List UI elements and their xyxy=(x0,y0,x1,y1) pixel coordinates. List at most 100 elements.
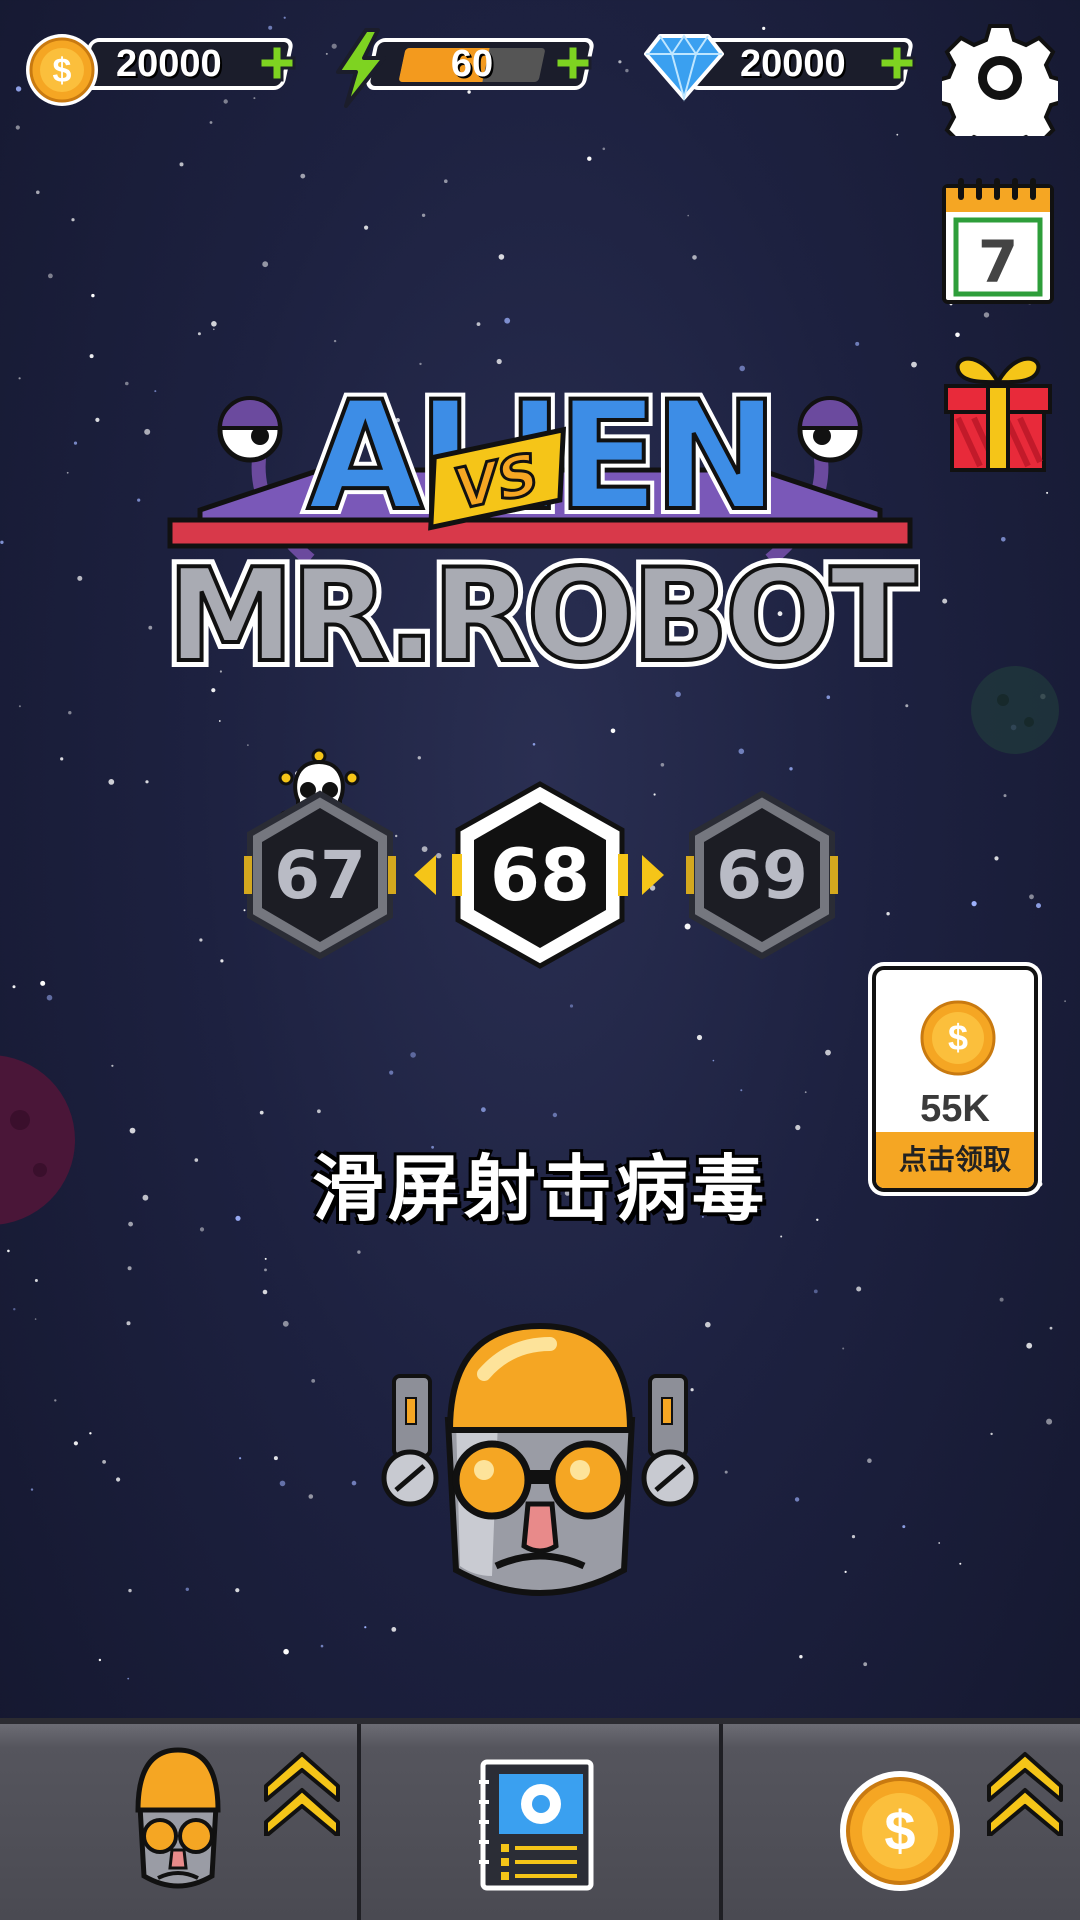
star xyxy=(279,1480,286,1487)
star xyxy=(54,1399,57,1402)
star xyxy=(15,86,22,92)
coin-icon: $ xyxy=(26,34,98,106)
star xyxy=(902,1525,906,1529)
star xyxy=(799,1655,803,1659)
star xyxy=(40,980,46,986)
star xyxy=(844,1570,847,1573)
level-next-button[interactable]: 69 xyxy=(682,790,842,960)
star xyxy=(410,1052,416,1058)
star xyxy=(481,1107,486,1113)
nav-robot-upgrade[interactable] xyxy=(0,1724,357,1920)
star xyxy=(391,1627,397,1632)
star xyxy=(300,173,306,179)
logo-robot-outline: MR.ROBOT xyxy=(167,542,917,691)
star xyxy=(990,1432,993,1436)
star xyxy=(851,1535,856,1539)
robot-left-cannon xyxy=(381,1374,439,1507)
nav-weapons[interactable] xyxy=(361,1724,719,1920)
gem-counter: 20000 xyxy=(644,32,916,102)
star xyxy=(780,1235,783,1238)
star xyxy=(197,332,201,336)
star xyxy=(317,1109,321,1114)
calendar-icon[interactable]: 7 xyxy=(940,176,1056,306)
star xyxy=(308,1494,314,1499)
robot-avatar-icon xyxy=(135,1747,221,1889)
star xyxy=(18,705,21,708)
star xyxy=(618,60,622,64)
diamond-icon xyxy=(644,34,724,102)
add-gems-button[interactable] xyxy=(876,42,918,84)
star xyxy=(692,255,697,260)
star xyxy=(211,321,217,327)
level-current[interactable]: 68 xyxy=(452,780,628,970)
level-left-arrow[interactable] xyxy=(412,853,438,897)
star xyxy=(625,68,629,73)
star xyxy=(1036,903,1041,909)
star xyxy=(999,1297,1004,1302)
star xyxy=(856,1286,862,1292)
lightning-icon xyxy=(336,28,386,108)
star xyxy=(498,254,505,260)
coin-counter: $ 20000 xyxy=(24,32,296,106)
star xyxy=(867,1458,872,1463)
star xyxy=(239,1457,242,1460)
level-current-number: 68 xyxy=(489,833,591,917)
star xyxy=(1049,1326,1053,1330)
star xyxy=(311,1379,316,1383)
star xyxy=(789,767,793,771)
star xyxy=(1026,1342,1033,1349)
star xyxy=(77,575,83,581)
star xyxy=(504,317,511,324)
star xyxy=(532,743,536,746)
star xyxy=(15,125,20,130)
star xyxy=(145,780,149,784)
star xyxy=(46,994,53,1001)
star xyxy=(610,728,616,734)
star xyxy=(804,1091,807,1094)
star xyxy=(223,99,228,104)
star xyxy=(102,1460,106,1464)
svg-text:$: $ xyxy=(948,1017,968,1058)
star xyxy=(653,793,656,796)
star xyxy=(421,846,428,852)
star xyxy=(7,1249,10,1253)
star xyxy=(971,901,977,907)
star xyxy=(144,428,151,435)
add-energy-button[interactable] xyxy=(552,42,594,84)
star xyxy=(687,214,689,217)
star xyxy=(905,704,909,708)
star xyxy=(320,1644,324,1648)
star xyxy=(199,938,203,942)
level-next-number: 69 xyxy=(716,836,808,914)
star xyxy=(48,273,53,279)
star xyxy=(1064,1000,1066,1003)
star xyxy=(886,912,890,916)
star xyxy=(148,625,153,630)
star xyxy=(259,1110,264,1115)
star xyxy=(333,339,337,343)
level-previous-button[interactable]: 67 xyxy=(240,790,400,960)
star xyxy=(724,1470,728,1474)
player-robot[interactable] xyxy=(380,1320,700,1610)
star xyxy=(476,322,481,326)
star xyxy=(154,390,157,393)
star xyxy=(842,1347,845,1350)
star xyxy=(89,1432,92,1435)
star xyxy=(220,959,224,963)
star xyxy=(66,471,69,474)
nav-coin-upgrade[interactable]: $ xyxy=(723,1724,1080,1920)
gear-icon[interactable] xyxy=(942,20,1058,136)
reward-amount: 55K xyxy=(920,1088,990,1130)
star xyxy=(73,1441,78,1446)
star xyxy=(126,1321,131,1326)
star xyxy=(247,744,249,746)
star xyxy=(740,1089,743,1092)
energy-counter: 60 xyxy=(332,28,602,108)
star xyxy=(34,1279,38,1282)
star xyxy=(938,1542,941,1544)
star xyxy=(283,16,286,19)
star xyxy=(213,328,215,331)
add-coins-button[interactable] xyxy=(256,42,298,84)
level-right-arrow[interactable] xyxy=(640,853,666,897)
gift-icon[interactable] xyxy=(940,346,1056,476)
